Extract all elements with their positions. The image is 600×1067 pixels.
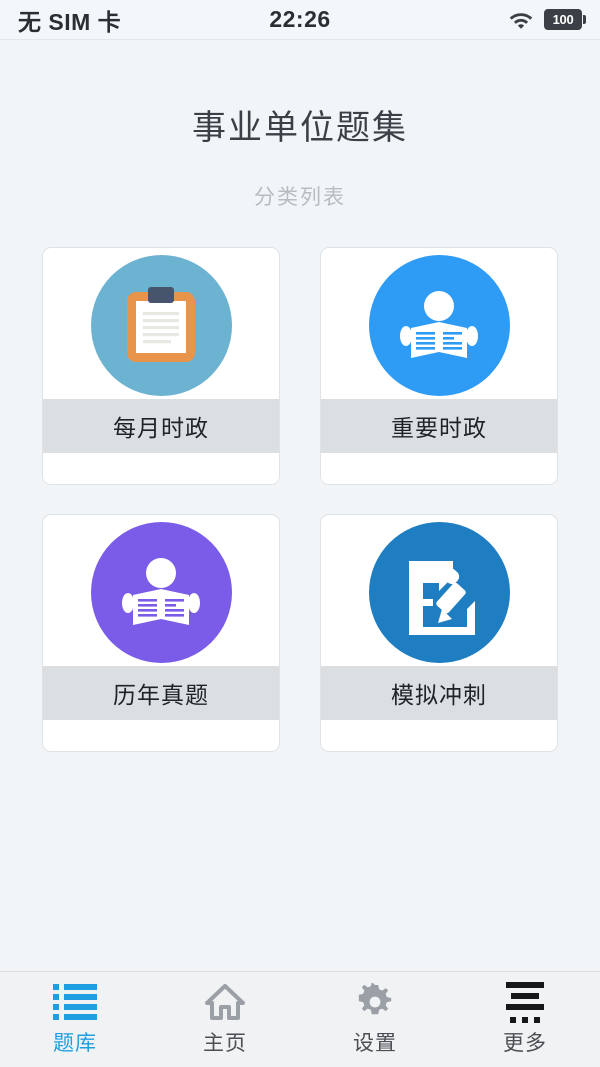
category-label: 每月时政	[43, 399, 279, 453]
status-bar: 无 SIM 卡 22:26 100	[0, 0, 600, 40]
page-title: 事业单位题集	[192, 109, 408, 147]
category-card-monthly-current-affairs[interactable]: 每月时政	[42, 247, 280, 485]
card-footer	[321, 720, 557, 751]
card-footer	[43, 720, 279, 751]
icon-circle	[90, 255, 232, 396]
card-icon-area	[321, 515, 557, 666]
icon-circle	[90, 522, 232, 663]
tab-question-bank[interactable]: 题库	[0, 972, 150, 1067]
document-pen-icon	[409, 560, 475, 635]
battery-level-label: 100	[552, 12, 574, 27]
card-icon-area	[43, 515, 279, 666]
reading-person-icon	[400, 290, 478, 358]
bottom-tab-bar: 题库 主页 设置 更多	[0, 971, 600, 1067]
card-icon-area	[43, 248, 279, 399]
tab-label: 题库	[53, 1032, 97, 1055]
category-grid: 每月时政 重要时政 历年真题 模拟冲刺	[42, 247, 558, 752]
category-label: 重要时政	[321, 399, 557, 453]
category-card-important-current-affairs[interactable]: 重要时政	[320, 247, 558, 485]
app-screen: 无 SIM 卡 22:26 100 事业单位题集 分类列表 每月时政 重要时政 …	[0, 0, 600, 1067]
battery-icon: 100	[544, 9, 586, 30]
tab-settings[interactable]: 设置	[300, 972, 450, 1067]
carrier-label: 无 SIM 卡	[18, 8, 122, 35]
category-card-mock-sprint[interactable]: 模拟冲刺	[320, 514, 558, 752]
card-footer	[321, 453, 557, 484]
icon-circle	[368, 522, 510, 663]
tab-label: 主页	[203, 1032, 247, 1055]
icon-circle	[368, 255, 510, 396]
category-label: 历年真题	[43, 666, 279, 720]
gear-icon	[356, 982, 394, 1022]
reading-person-icon	[122, 557, 200, 625]
home-icon	[205, 982, 245, 1022]
page-subtitle: 分类列表	[254, 186, 346, 209]
card-footer	[43, 453, 279, 484]
card-icon-area	[321, 248, 557, 399]
category-label: 模拟冲刺	[321, 666, 557, 720]
category-card-past-exams[interactable]: 历年真题	[42, 514, 280, 752]
tab-more[interactable]: 更多	[450, 972, 600, 1067]
tab-home[interactable]: 主页	[150, 972, 300, 1067]
list-icon	[53, 982, 97, 1022]
status-indicators: 100	[508, 9, 586, 30]
tab-label: 设置	[353, 1032, 397, 1055]
wifi-icon	[509, 12, 533, 29]
clipboard-icon	[127, 286, 195, 362]
tab-label: 更多	[503, 1032, 547, 1055]
more-icon	[506, 981, 544, 1023]
